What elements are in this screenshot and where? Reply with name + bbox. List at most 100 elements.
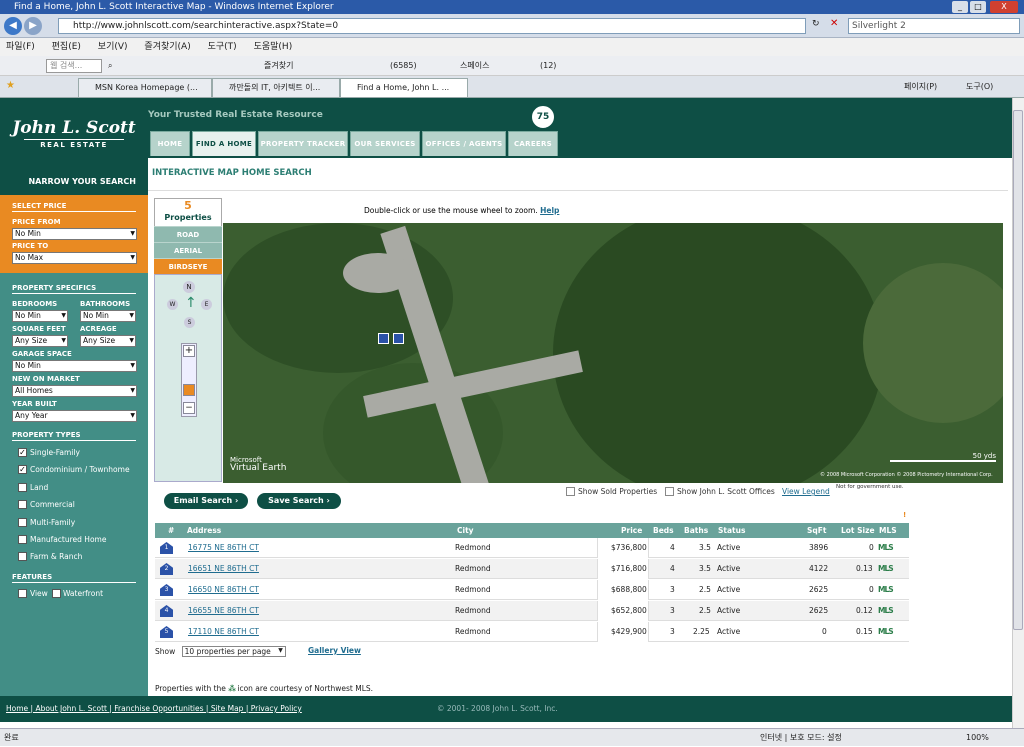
table-row[interactable]: 2 16651 NE 86TH CT Redmond $716,800 4 3.… [155, 559, 909, 579]
col-status[interactable]: Status [718, 523, 745, 538]
zoom-handle[interactable] [183, 384, 195, 396]
menu-file[interactable]: 파일(F) [6, 42, 35, 52]
page-menu[interactable]: 페이지(P) [904, 81, 937, 92]
compass-south[interactable]: S [184, 317, 195, 328]
gallery-view-link[interactable]: Gallery View [308, 646, 361, 655]
site-logo[interactable]: John L. Scott REAL ESTATE [0, 98, 148, 158]
row-address[interactable]: 17110 NE 86TH CT [188, 622, 259, 642]
maximize-button[interactable]: □ [970, 1, 986, 13]
checkbox-land[interactable] [18, 483, 27, 492]
tools-menu[interactable]: 도구(O) [966, 81, 993, 92]
menu-edit[interactable]: 편집(E) [52, 42, 81, 52]
price-from-select[interactable]: No Min ▼ [12, 228, 137, 240]
map-marker-1[interactable] [378, 333, 389, 344]
browser-tab[interactable]: MSN Korea Homepage (... [78, 78, 212, 97]
col-price[interactable]: Price [621, 523, 642, 538]
col-city[interactable]: City [457, 523, 474, 538]
garage-select[interactable]: No Min ▼ [12, 360, 137, 372]
pan-arrow-icon[interactable]: ↑ [185, 295, 197, 311]
address-input[interactable]: http://www.johnlscott.com/searchinteract… [58, 18, 806, 34]
table-row[interactable]: 4 16655 NE 86TH CT Redmond $652,800 3 2.… [155, 601, 909, 621]
bedrooms-select[interactable]: No Min ▼ [12, 310, 68, 322]
tab-our-services[interactable]: OUR SERVICES [350, 131, 420, 156]
zoom-level[interactable]: 100% [966, 729, 989, 747]
scrollbar-thumb[interactable] [1013, 110, 1023, 630]
save-search-button[interactable]: Save Search › [257, 493, 341, 509]
browser-tab-active[interactable]: Find a Home, John L. ... [340, 78, 468, 97]
price-to-select[interactable]: No Max ▼ [12, 252, 137, 264]
table-row[interactable]: 1 16775 NE 86TH CT Redmond $736,800 4 3.… [155, 538, 909, 558]
row-address[interactable]: 16655 NE 86TH CT [188, 601, 259, 621]
sqft-select[interactable]: Any Size ▼ [12, 335, 68, 347]
count-badge[interactable]: (12) [540, 56, 556, 76]
footer-links[interactable]: Home | About John L. Scott | Franchise O… [6, 696, 302, 722]
col-lot-size[interactable]: Lot Size [841, 523, 875, 538]
compass-east[interactable]: E [201, 299, 212, 310]
year-built-select[interactable]: Any Year ▼ [12, 410, 137, 422]
back-icon[interactable]: ◀ [4, 17, 22, 35]
star-icon[interactable]: ★ [6, 80, 15, 91]
row-address[interactable]: 16651 NE 86TH CT [188, 559, 259, 579]
table-row[interactable]: 3 16650 NE 86TH CT Redmond $688,800 3 2.… [155, 580, 909, 600]
compass-north[interactable]: N [183, 281, 195, 293]
web-search-input[interactable]: 웹 검색... [46, 59, 102, 73]
col-baths[interactable]: Baths [684, 523, 708, 538]
bathrooms-select[interactable]: No Min ▼ [80, 310, 136, 322]
refresh-icon[interactable]: ↻ [812, 19, 820, 29]
checkbox-commercial[interactable] [18, 500, 27, 509]
tab-careers[interactable]: CAREERS [508, 131, 558, 156]
search-input[interactable]: Silverlight 2 [848, 18, 1020, 34]
tab-property-tracker[interactable]: PROPERTY TRACKER [258, 131, 348, 156]
space-button[interactable]: 스페이스 [460, 56, 489, 76]
acreage-select[interactable]: Any Size ▼ [80, 335, 136, 347]
new-on-market-select[interactable]: All Homes ▼ [12, 385, 137, 397]
checkbox-view[interactable] [18, 589, 27, 598]
compass-west[interactable]: W [167, 299, 178, 310]
col-address[interactable]: Address [187, 523, 221, 538]
menu-tools[interactable]: 도구(T) [208, 42, 237, 52]
email-search-button[interactable]: Email Search › [164, 493, 248, 509]
row-address[interactable]: 16650 NE 86TH CT [188, 580, 259, 600]
minimize-button[interactable]: _ [952, 1, 968, 13]
page-size-select[interactable]: 10 properties per page ▼ [181, 646, 286, 657]
show-sold-checkbox[interactable] [566, 487, 575, 496]
menu-favorites[interactable]: 즐겨찾기(A) [144, 42, 190, 52]
checkbox-single-family[interactable]: ✓ [18, 448, 27, 457]
map-mode-aerial[interactable]: AERIAL [154, 242, 222, 258]
house-icon[interactable]: 4 [160, 605, 173, 617]
aerial-map[interactable] [223, 223, 1003, 483]
menu-view[interactable]: 보기(V) [98, 42, 128, 52]
col-beds[interactable]: Beds [653, 523, 674, 538]
checkbox-farm-ranch[interactable] [18, 552, 27, 561]
map-marker-2[interactable] [393, 333, 404, 344]
view-legend-link[interactable]: View Legend [782, 487, 830, 496]
menu-help[interactable]: 도움말(H) [254, 42, 293, 52]
house-icon[interactable]: 3 [160, 584, 173, 596]
map-mode-road[interactable]: ROAD [154, 226, 222, 242]
favorites-button[interactable]: 즐겨찾기 [264, 56, 293, 76]
checkbox-multi-family[interactable] [18, 518, 27, 527]
row-address[interactable]: 16775 NE 86TH CT [188, 538, 259, 558]
show-offices-checkbox[interactable] [665, 487, 674, 496]
house-icon[interactable]: 5 [160, 626, 173, 638]
tab-find-a-home[interactable]: FIND A HOME [192, 131, 256, 156]
map-mode-birdseye[interactable]: BIRDSEYE [154, 258, 222, 274]
help-link[interactable]: Help [540, 206, 559, 215]
mail-count[interactable]: (6585) [390, 56, 417, 76]
tab-home[interactable]: HOME [150, 131, 190, 156]
house-icon[interactable]: 2 [160, 563, 173, 575]
tab-offices-agents[interactable]: OFFICES / AGENTS [422, 131, 506, 156]
zoom-in-icon[interactable]: + [183, 345, 195, 357]
table-row[interactable]: 5 17110 NE 86TH CT Redmond $429,900 3 2.… [155, 622, 909, 642]
forward-icon[interactable]: ▶ [24, 17, 42, 35]
checkbox-waterfront[interactable] [52, 589, 61, 598]
browser-tab[interactable]: 까만돌의 IT, 아키텍트 이... [212, 78, 340, 97]
checkbox-manufactured[interactable] [18, 535, 27, 544]
col-sqft[interactable]: SqFt [807, 523, 826, 538]
checkbox-condominium[interactable]: ✓ [18, 465, 27, 474]
close-button[interactable]: X [990, 1, 1018, 13]
zoom-out-icon[interactable]: − [183, 402, 195, 414]
search-icon[interactable]: ⌕ [108, 56, 112, 76]
stop-icon[interactable]: ✕ [830, 18, 838, 29]
house-icon[interactable]: 1 [160, 542, 173, 554]
